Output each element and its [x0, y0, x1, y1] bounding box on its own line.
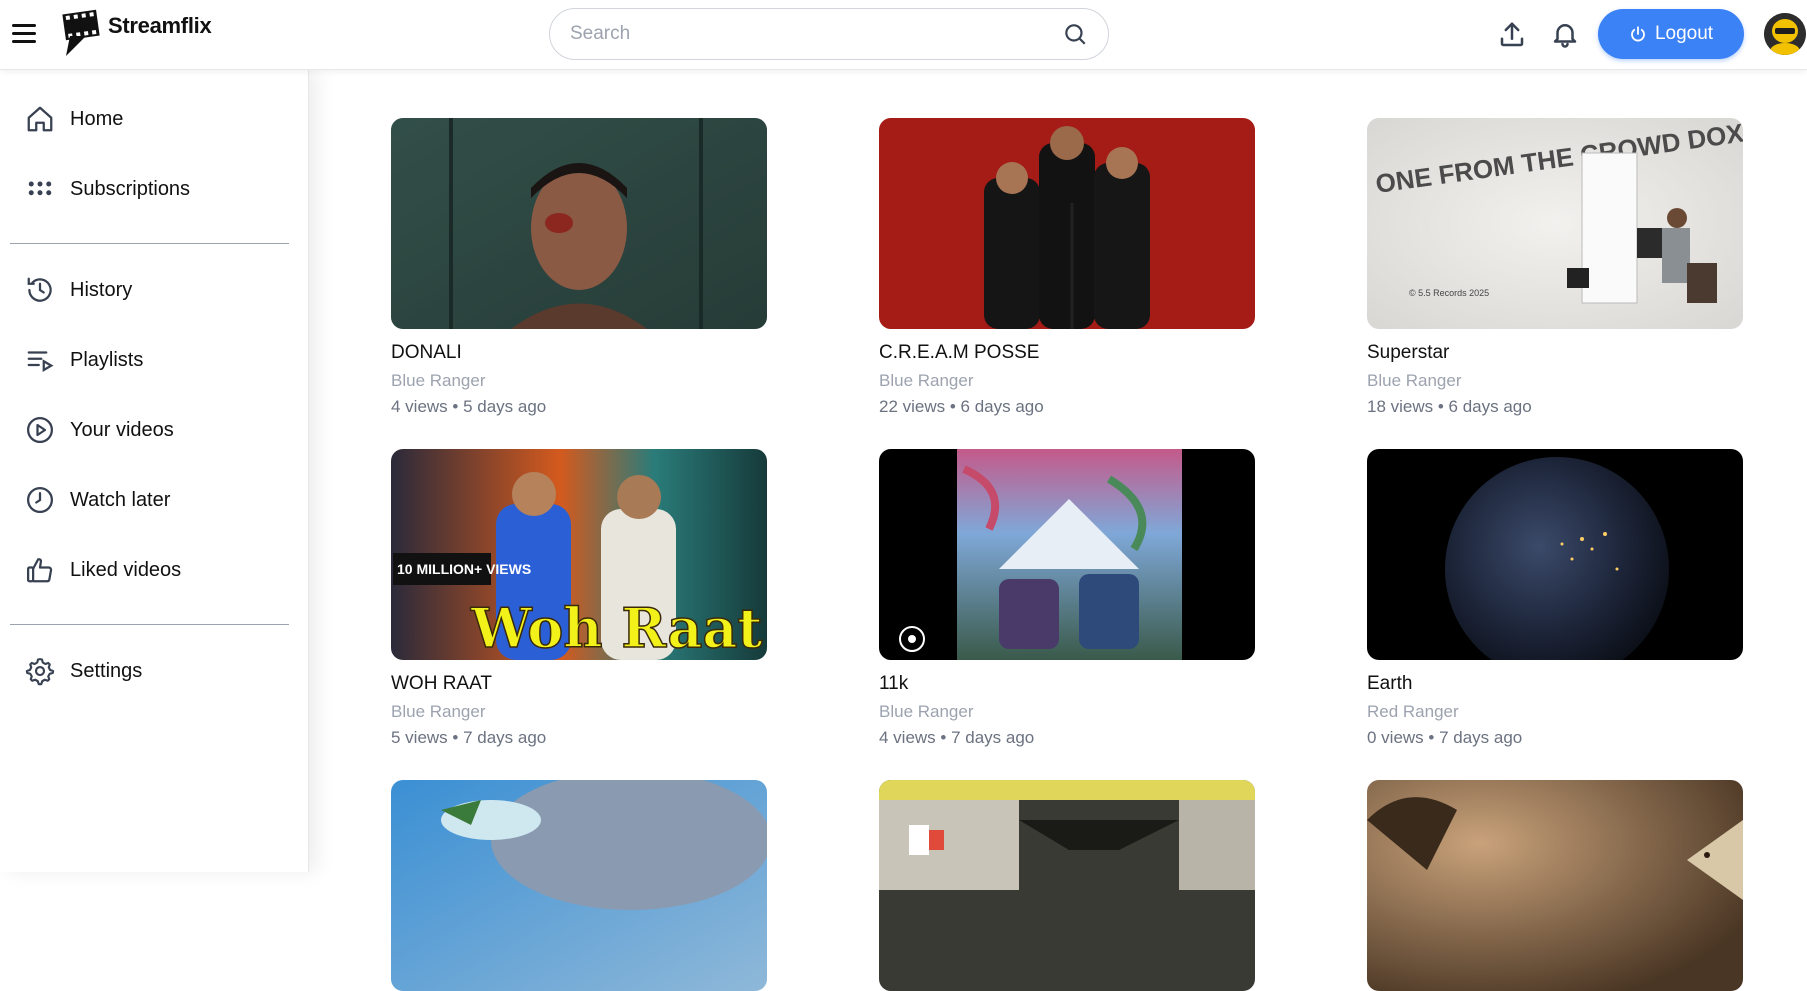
thumbnail-text: Woh Raat: [470, 596, 762, 660]
search-bar: [549, 8, 1109, 60]
video-card[interactable]: DONALI Blue Ranger 4 views • 5 days ago: [391, 118, 767, 417]
sidebar-item-label: History: [70, 278, 133, 301]
search-icon[interactable]: [1062, 21, 1088, 47]
video-card[interactable]: 11k Blue Ranger 4 views • 7 days ago: [879, 449, 1255, 748]
sidebar-item-history[interactable]: History: [0, 265, 309, 315]
sidebar-item-liked-videos[interactable]: Liked videos: [0, 545, 309, 595]
thumbnail-badge: 10 MILLION+ VIEWS: [397, 561, 531, 577]
video-thumbnail[interactable]: ONE FROM THE CROWD DOX © 5.5 Records 202…: [1367, 118, 1743, 329]
sidebar-item-your-videos[interactable]: Your videos: [0, 405, 309, 455]
video-meta: 4 views • 5 days ago: [391, 397, 547, 416]
video-thumbnail[interactable]: [1367, 780, 1743, 991]
video-card[interactable]: [1367, 780, 1743, 991]
video-title[interactable]: WOH RAAT: [391, 673, 767, 695]
video-meta: 22 views • 6 days ago: [879, 397, 1044, 416]
sidebar-item-settings[interactable]: Settings: [0, 646, 309, 696]
search-input[interactable]: [570, 23, 1062, 45]
sidebar-divider: [10, 624, 289, 625]
video-meta: 5 views • 7 days ago: [391, 728, 547, 747]
video-thumbnail[interactable]: [879, 449, 1255, 660]
video-channel[interactable]: Red Ranger: [1367, 702, 1743, 722]
video-title[interactable]: DONALI: [391, 342, 767, 364]
video-card[interactable]: 10 MILLION+ VIEWS Woh Raat WOH RAAT Blue…: [391, 449, 767, 748]
thumbs-up-icon: [27, 558, 53, 583]
sidebar-item-label: Playlists: [70, 348, 144, 371]
dots-grid-icon: [28, 181, 52, 196]
video-channel[interactable]: Blue Ranger: [879, 702, 1255, 722]
video-meta: 18 views • 6 days ago: [1367, 397, 1532, 416]
video-channel[interactable]: Blue Ranger: [391, 702, 767, 722]
clock-icon: [27, 487, 53, 513]
film-logo-icon: [62, 9, 100, 56]
video-card[interactable]: [391, 780, 767, 991]
video-thumbnail[interactable]: [879, 118, 1255, 329]
video-title[interactable]: Earth: [1367, 673, 1743, 695]
sidebar-item-label: Liked videos: [70, 558, 182, 581]
playlist-icon: [27, 351, 54, 372]
sidebar-item-playlists[interactable]: Playlists: [0, 335, 309, 385]
logout-label: Logout: [1654, 23, 1714, 44]
video-thumbnail[interactable]: 10 MILLION+ VIEWS Woh Raat: [391, 449, 767, 660]
video-card[interactable]: C.R.E.A.M POSSE Blue Ranger 22 views • 6…: [879, 118, 1255, 417]
history-icon: [27, 277, 52, 302]
sidebar-item-label: Home: [70, 107, 124, 130]
thumbnail-credit: © 5.5 Records 2025: [1409, 288, 1489, 298]
video-title[interactable]: 11k: [879, 673, 1255, 695]
video-meta: 4 views • 7 days ago: [879, 728, 1035, 747]
video-meta: 0 views • 7 days ago: [1367, 728, 1523, 747]
video-channel[interactable]: Blue Ranger: [391, 371, 767, 391]
video-thumbnail[interactable]: [391, 118, 767, 329]
video-card[interactable]: [879, 780, 1255, 991]
sidebar-item-watch-later[interactable]: Watch later: [0, 475, 309, 525]
sidebar-item-home[interactable]: Home: [0, 94, 309, 144]
video-card[interactable]: ONE FROM THE CROWD DOX © 5.5 Records 202…: [1367, 118, 1743, 417]
home-icon: [27, 106, 53, 132]
video-title[interactable]: C.R.E.A.M POSSE: [879, 342, 1255, 364]
video-grid: DONALI Blue Ranger 4 views • 5 days ago …: [309, 70, 1807, 991]
video-thumbnail[interactable]: [391, 780, 767, 991]
video-thumbnail[interactable]: [1367, 449, 1743, 660]
avatar[interactable]: [1764, 13, 1806, 55]
sidebar-item-label: Subscriptions: [70, 177, 191, 200]
sidebar-item-label: Watch later: [70, 488, 171, 511]
video-title[interactable]: Superstar: [1367, 342, 1743, 364]
power-icon: [1631, 26, 1645, 42]
gear-icon: [25, 658, 55, 686]
sidebar-divider: [10, 243, 289, 244]
logout-button[interactable]: Logout: [1598, 9, 1744, 59]
top-bar: Streamflix Logout: [0, 0, 1807, 70]
sidebar: Home Subscriptions History Playlists You…: [0, 70, 309, 872]
menu-icon[interactable]: [12, 20, 38, 46]
video-channel[interactable]: Blue Ranger: [1367, 371, 1743, 391]
sidebar-item-label: Your videos: [70, 418, 174, 441]
brand[interactable]: Streamflix: [56, 6, 212, 58]
brand-name: Streamflix: [108, 13, 212, 38]
video-thumbnail[interactable]: [879, 780, 1255, 991]
sidebar-item-subscriptions[interactable]: Subscriptions: [0, 164, 309, 214]
upload-icon[interactable]: [1497, 20, 1527, 50]
bell-icon[interactable]: [1550, 19, 1580, 49]
sidebar-item-label: Settings: [70, 659, 143, 682]
play-circle-icon: [27, 417, 53, 443]
video-channel[interactable]: Blue Ranger: [879, 371, 1255, 391]
video-card[interactable]: Earth Red Ranger 0 views • 7 days ago: [1367, 449, 1743, 748]
